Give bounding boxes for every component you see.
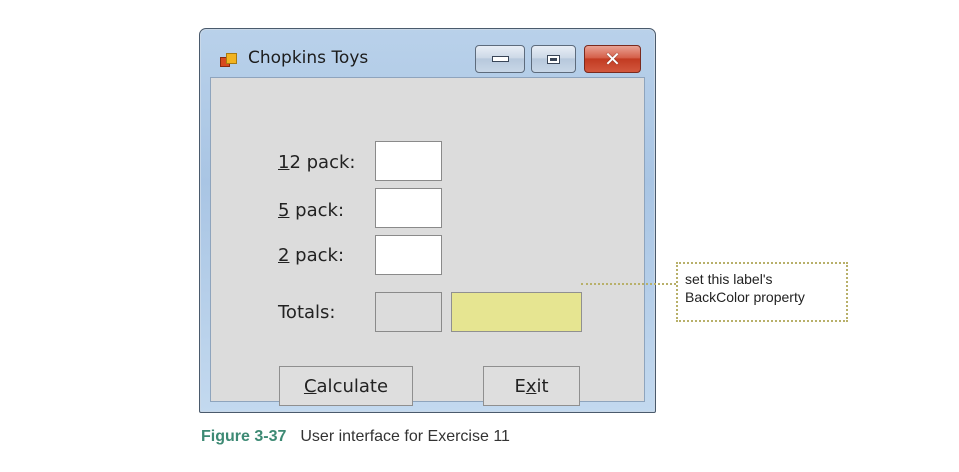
- title-bar[interactable]: Chopkins Toys ✕: [200, 29, 655, 77]
- calculate-button[interactable]: Calculate: [279, 366, 413, 406]
- minimize-button[interactable]: [475, 45, 525, 73]
- chopkins-toys-window: Chopkins Toys ✕ 12 pack: 5 pack: 2 pack:…: [199, 28, 656, 413]
- backcolor-callout: set this label's BackColor property: [676, 262, 848, 322]
- window-title: Chopkins Toys: [248, 48, 369, 68]
- minimize-icon: [491, 56, 509, 62]
- form-client-area: 12 pack: 5 pack: 2 pack: Totals: Calcula…: [210, 77, 645, 406]
- figure-caption: Figure 3-37 User interface for Exercise 1…: [201, 428, 510, 446]
- totals-label: Totals:: [278, 302, 336, 323]
- pack12-textbox[interactable]: [375, 141, 442, 181]
- close-button[interactable]: ✕: [584, 45, 641, 73]
- maximize-icon: [547, 54, 560, 64]
- pack2-textbox[interactable]: [375, 235, 442, 275]
- close-icon: ✕: [604, 47, 621, 71]
- app-icon: [220, 53, 237, 67]
- total-price-output: [451, 292, 582, 332]
- pack12-label: 12 pack:: [278, 152, 356, 173]
- pack5-label: 5 pack:: [278, 200, 345, 221]
- caption-text: User interface for Exercise 11: [300, 428, 510, 445]
- total-packs-output: [375, 292, 442, 332]
- pack5-textbox[interactable]: [375, 188, 442, 228]
- callout-connector: [581, 283, 676, 285]
- exit-button[interactable]: Ex it: [483, 366, 580, 406]
- figure-number: Figure 3-37: [201, 428, 287, 445]
- pack2-label: 2 pack:: [278, 245, 345, 266]
- maximize-button[interactable]: [531, 45, 576, 73]
